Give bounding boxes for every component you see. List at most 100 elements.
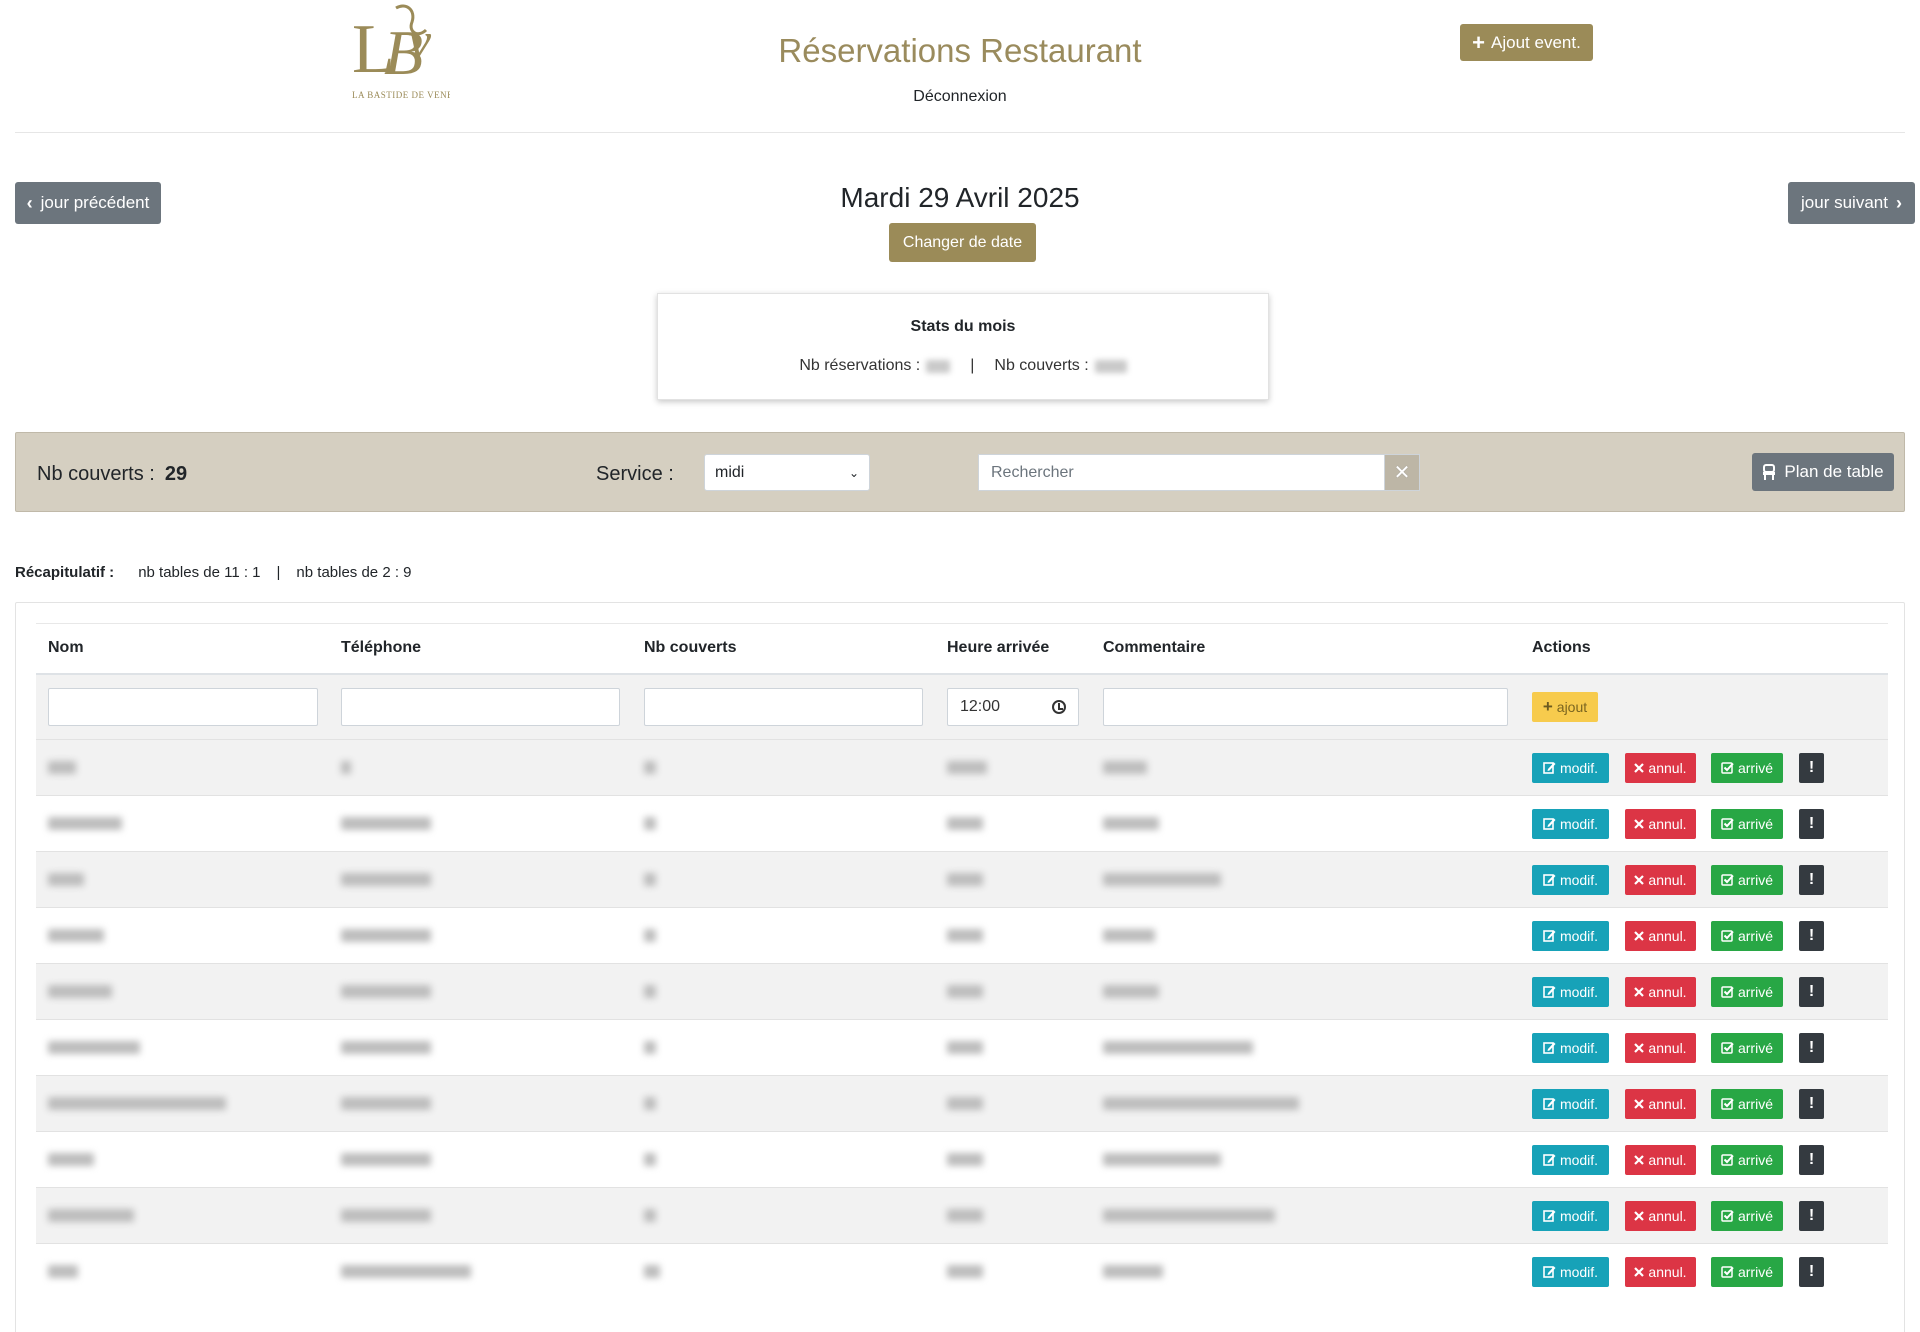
cell-covers: [632, 851, 935, 908]
alert-button[interactable]: !: [1799, 752, 1824, 783]
search-input[interactable]: [978, 454, 1384, 491]
cancel-button[interactable]: annul.: [1625, 920, 1696, 951]
edit-button[interactable]: modif.: [1532, 976, 1609, 1007]
cell-arrival-time: [935, 1243, 1091, 1300]
cancel-button[interactable]: annul.: [1625, 1032, 1696, 1063]
cancel-button[interactable]: annul.: [1625, 1088, 1696, 1119]
arrived-button[interactable]: arrivé: [1711, 1032, 1783, 1063]
alert-button[interactable]: !: [1799, 1144, 1824, 1175]
edit-button[interactable]: modif.: [1532, 864, 1609, 895]
cancel-button[interactable]: annul.: [1625, 1256, 1696, 1287]
search-group: ✕: [978, 454, 1420, 491]
row-actions: modif. annul. arrivé!: [1532, 808, 1888, 839]
edit-button[interactable]: modif.: [1532, 1088, 1609, 1119]
edit-icon: [1543, 930, 1556, 942]
add-reservation-button[interactable]: + ajout: [1532, 691, 1598, 722]
edit-button[interactable]: modif.: [1532, 1256, 1609, 1287]
cancel-button[interactable]: annul.: [1625, 976, 1696, 1007]
check-square-icon: [1721, 1154, 1734, 1166]
alert-icon: !: [1808, 870, 1815, 888]
next-day-label: jour suivant: [1801, 193, 1888, 212]
close-icon: [1634, 762, 1645, 773]
new-covers-input[interactable]: [644, 687, 923, 726]
new-comment-input[interactable]: [1103, 687, 1508, 726]
arrived-label: arrivé: [1737, 815, 1773, 832]
redacted-value: [341, 1096, 431, 1110]
cancel-label: annul.: [1648, 1263, 1687, 1280]
close-icon: [1634, 874, 1645, 885]
add-reservation-label: ajout: [1556, 698, 1588, 715]
table-header-row: Nom Téléphone Nb couverts Heure arrivée …: [36, 623, 1888, 675]
redacted-value: [644, 760, 656, 774]
cancel-button[interactable]: annul.: [1625, 864, 1696, 895]
arrived-button[interactable]: arrivé: [1711, 808, 1783, 839]
logout-link[interactable]: Déconnexion: [860, 88, 1060, 106]
arrived-button[interactable]: arrivé: [1711, 1144, 1783, 1175]
arrived-button[interactable]: arrivé: [1711, 752, 1783, 783]
stats-covers-label: Nb couverts :: [994, 357, 1089, 374]
arrived-button[interactable]: arrivé: [1711, 920, 1783, 951]
edit-icon: [1543, 1042, 1556, 1054]
edit-icon: [1543, 874, 1556, 886]
edit-label: modif.: [1559, 1151, 1599, 1168]
edit-label: modif.: [1559, 1263, 1599, 1280]
edit-button[interactable]: modif.: [1532, 752, 1609, 783]
table-plan-button[interactable]: Plan de table: [1752, 453, 1894, 491]
chevron-right-icon: ›: [1895, 192, 1902, 213]
col-header-name: Nom: [36, 623, 329, 675]
current-date: Mardi 29 Avril 2025: [840, 182, 1080, 213]
redacted-value: [48, 1152, 94, 1166]
add-event-button[interactable]: + Ajout event.: [1460, 24, 1593, 61]
cell-name: [36, 907, 329, 964]
redacted-value: [341, 760, 351, 774]
table-plan-label: Plan de table: [1784, 462, 1884, 481]
previous-day-button[interactable]: ‹ jour précédent: [15, 182, 161, 224]
svg-text:LA BASTIDE DE VENELLES: LA BASTIDE DE VENELLES: [352, 90, 450, 100]
search-clear-button[interactable]: ✕: [1384, 454, 1420, 491]
edit-icon: [1543, 818, 1556, 830]
cancel-button[interactable]: annul.: [1625, 752, 1696, 783]
alert-button[interactable]: !: [1799, 864, 1824, 895]
cancel-button[interactable]: annul.: [1625, 808, 1696, 839]
redacted-value: [644, 816, 656, 830]
previous-day-label: jour précédent: [40, 193, 150, 212]
alert-button[interactable]: !: [1799, 920, 1824, 951]
close-icon: [1634, 1098, 1645, 1109]
alert-icon: !: [1808, 814, 1815, 832]
arrived-button[interactable]: arrivé: [1711, 1200, 1783, 1231]
service-select[interactable]: midi ⌄: [704, 454, 870, 491]
cell-comment: [1091, 963, 1520, 1020]
edit-button[interactable]: modif.: [1532, 920, 1609, 951]
new-phone-input[interactable]: [341, 687, 620, 726]
alert-button[interactable]: !: [1799, 1256, 1824, 1287]
change-date-button[interactable]: Changer de date: [889, 223, 1036, 262]
page-title: Réservations Restaurant: [778, 32, 1142, 69]
arrived-button[interactable]: arrivé: [1711, 1088, 1783, 1119]
alert-button[interactable]: !: [1799, 976, 1824, 1007]
cell-comment: [1091, 851, 1520, 908]
cancel-button[interactable]: annul.: [1625, 1144, 1696, 1175]
cell-arrival-time: [935, 907, 1091, 964]
new-name-input[interactable]: [48, 687, 318, 726]
alert-button[interactable]: !: [1799, 1088, 1824, 1119]
edit-button[interactable]: modif.: [1532, 1032, 1609, 1063]
arrived-button[interactable]: arrivé: [1711, 976, 1783, 1007]
alert-button[interactable]: !: [1799, 1200, 1824, 1231]
edit-button[interactable]: modif.: [1532, 1144, 1609, 1175]
new-arrival-time-input[interactable]: 12:00: [947, 687, 1079, 726]
alert-button[interactable]: !: [1799, 1032, 1824, 1063]
edit-label: modif.: [1559, 871, 1599, 888]
row-actions: modif. annul. arrivé!: [1532, 1144, 1888, 1175]
edit-button[interactable]: modif.: [1532, 1200, 1609, 1231]
arrived-label: arrivé: [1737, 1039, 1773, 1056]
cancel-button[interactable]: annul.: [1625, 1200, 1696, 1231]
arrived-button[interactable]: arrivé: [1711, 864, 1783, 895]
alert-button[interactable]: !: [1799, 808, 1824, 839]
edit-button[interactable]: modif.: [1532, 808, 1609, 839]
cell-actions: modif. annul. arrivé!: [1520, 1075, 1888, 1132]
cell-actions: modif. annul. arrivé!: [1520, 1019, 1888, 1076]
close-icon: [1634, 1154, 1645, 1165]
table-row: modif. annul. arrivé!: [36, 1019, 1888, 1076]
arrived-button[interactable]: arrivé: [1711, 1256, 1783, 1287]
next-day-button[interactable]: jour suivant ›: [1788, 182, 1915, 224]
